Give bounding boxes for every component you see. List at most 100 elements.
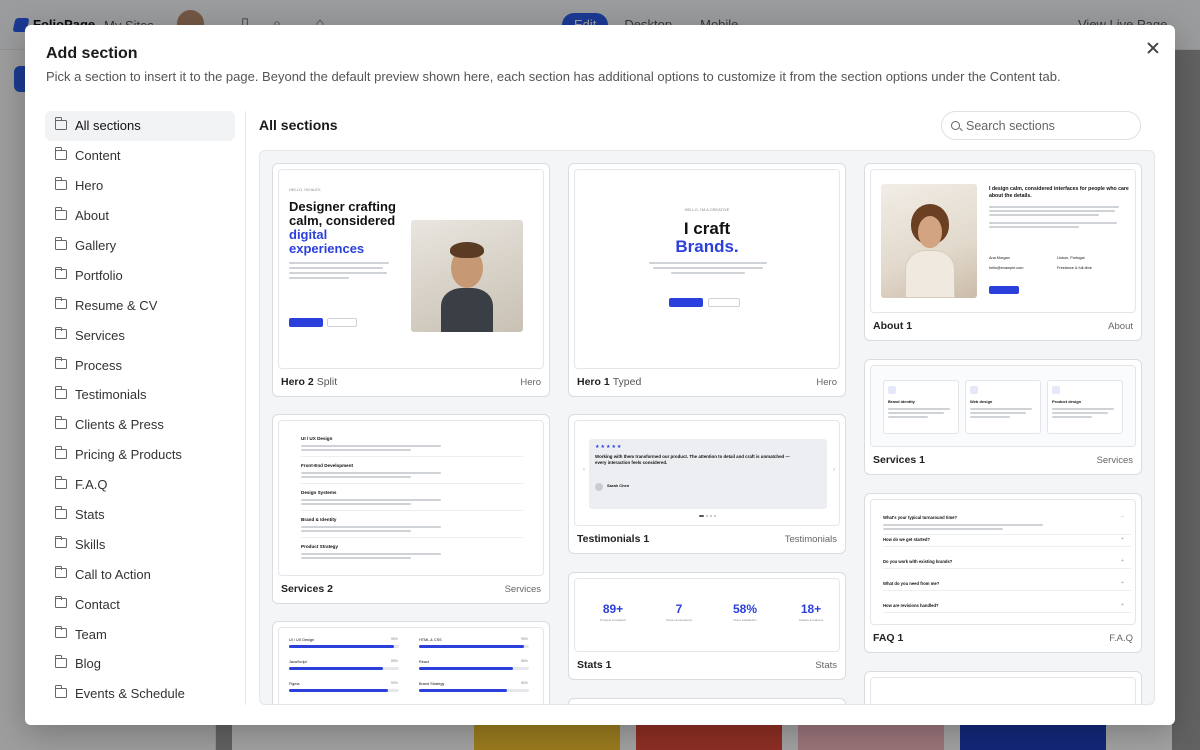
category-item[interactable]: Skills [45,529,235,559]
text-line [301,499,441,501]
category-item[interactable]: Contact [45,589,235,619]
skill-label: Figma [289,682,300,686]
skill-percent: 85% [521,659,528,663]
card-preview: Brand identity Web design Product design [870,365,1136,447]
text-line [671,272,745,274]
category-label: Blog [75,656,102,672]
category-item[interactable]: Portfolio [45,260,235,290]
folder-icon [54,446,67,459]
preview-headline-accent: experiences [289,241,365,256]
category-item[interactable]: About [45,201,235,231]
section-card[interactable] [568,698,846,704]
service-icon [1052,386,1060,394]
text-line [301,526,441,528]
section-card-stats-1[interactable]: 89+ Projects completed 7 Years of experienc… [568,572,846,680]
text-line [883,528,1003,530]
text-line [301,449,411,451]
folder-icon [54,237,67,250]
service-title: UI / UX Design [301,436,333,441]
about-availability: Freelance & full-time [1057,266,1092,270]
section-card[interactable] [864,671,1142,704]
text-line [1052,416,1092,418]
section-card-services-2[interactable]: UI / UX Design Front-End Development Desig… [272,414,550,604]
stat-value: 89+ [602,602,624,616]
text-line [970,408,1032,410]
divider [883,590,1131,591]
category-item[interactable]: Pricing & Products [45,440,235,470]
text-line [1052,412,1108,414]
dialog-subtitle: Pick a section to insert it to the page.… [46,69,1061,84]
service-title: Product design [1052,399,1082,404]
text-line [989,206,1119,208]
text-line [989,214,1099,216]
preview-headline-accent: digital [289,227,328,242]
preview-primary-button [669,298,703,307]
service-title: Front-End Development [301,463,354,468]
category-item[interactable]: Resume & CV [45,290,235,320]
category-item[interactable]: Clients & Press [45,410,235,440]
card-category: Testimonials [784,534,837,545]
testimonial-quote: Working with them transformed our produc… [595,454,790,465]
card-category: Stats [815,660,837,671]
preview-headline: I craft [683,219,731,238]
text-line [989,210,1115,212]
service-title: Product Strategy [301,544,339,549]
section-card-about-1[interactable]: I design calm, considered interfaces for… [864,163,1142,341]
section-card-skills[interactable]: UI / UX Design 95% HTML & CSS 95% JavaScript… [272,621,550,704]
category-item[interactable]: Team [45,619,235,649]
card-preview: HELLO, I'M ALEX Designer crafting calm, … [278,169,544,369]
section-card-faq-1[interactable]: What's your typical turnaround time? − How… [864,493,1142,653]
text-line [1052,408,1114,410]
folder-icon [54,416,67,429]
card-preview: ★★★★★ Working with them transformed our … [574,420,840,526]
service-title: Design Systems [301,490,337,495]
category-item[interactable]: Services [45,320,235,350]
text-line [649,262,767,264]
section-card-hero-1[interactable]: HELLO, I'M A CREATIVE I craft Brands. He… [568,163,846,397]
card-category: Hero [520,377,541,388]
category-item[interactable]: Content [45,141,235,171]
skill-bar-track [289,645,399,648]
category-item[interactable]: Hero [45,171,235,201]
category-item[interactable]: Call to Action [45,559,235,589]
section-card-services-1[interactable]: Brand identity Web design Product design S… [864,359,1142,475]
category-label: Resume & CV [75,297,158,313]
stat-value: 18+ [800,602,822,616]
service-title: Brand & Identity [301,517,337,522]
preview-headline: I design calm, considered interfaces for… [989,186,1129,199]
search-input[interactable] [966,118,1131,133]
category-label: About [75,208,109,224]
section-card-hero-2[interactable]: HELLO, I'M ALEX Designer crafting calm, … [272,163,550,397]
skill-percent: 85% [391,659,398,663]
skill-bar-fill [289,689,388,692]
divider [245,111,246,705]
divider [301,483,523,484]
skill-bar-fill [419,645,524,648]
divider [301,510,523,511]
category-item[interactable]: F.A.Q [45,470,235,500]
plus-icon: + [1121,602,1124,608]
search-icon [951,121,960,130]
category-item[interactable]: Stats [45,500,235,530]
folder-icon [54,207,67,220]
category-label: Call to Action [75,566,151,582]
category-item[interactable]: Gallery [45,231,235,261]
service-title: Web design [970,399,993,404]
stat-label: Years of experience [665,618,693,622]
close-icon[interactable] [1144,39,1162,57]
category-item[interactable]: All sections [45,111,235,141]
skill-label: React [419,660,429,664]
category-item[interactable]: Events & Schedule [45,679,235,709]
category-item[interactable]: Process [45,350,235,380]
text-line [970,412,1026,414]
skill-bar-track [419,689,529,692]
category-item[interactable]: Testimonials [45,380,235,410]
category-label: Gallery [75,238,117,253]
card-preview: I design calm, considered interfaces for… [870,169,1136,313]
card-preview: UI / UX Design 95% HTML & CSS 95% JavaScript… [278,627,544,704]
category-item[interactable]: Blog [45,649,235,679]
folder-icon [54,296,67,310]
divider [883,534,1131,535]
skill-bar-fill [419,689,507,692]
section-card-testimonials-1[interactable]: ★★★★★ Working with them transformed our … [568,414,846,554]
